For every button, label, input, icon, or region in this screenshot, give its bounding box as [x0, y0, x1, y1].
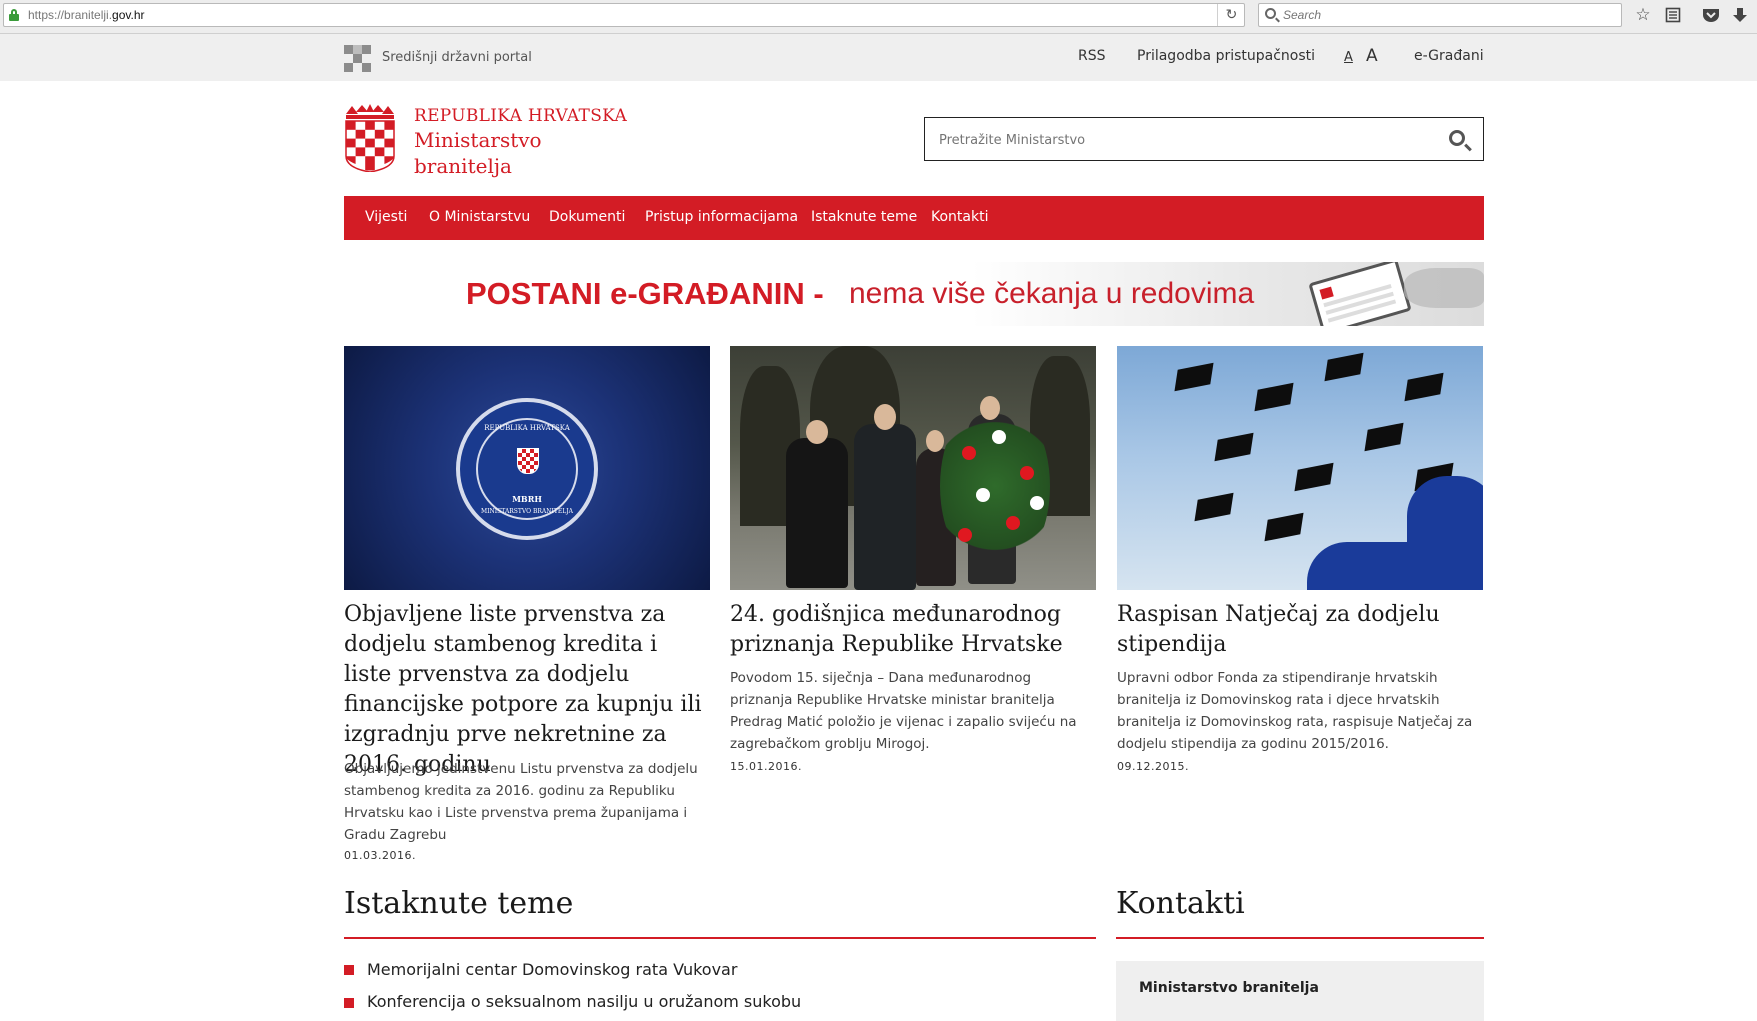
url-text[interactable]: https://branitelji.gov.hr	[28, 8, 145, 22]
browser-search-bar[interactable]	[1258, 3, 1622, 27]
news-title[interactable]: Objavljene liste prvenstva za dodjelu st…	[344, 600, 710, 780]
nav-item-pristup-informacijama[interactable]: Pristup informacijama	[645, 209, 798, 225]
featured-topics-divider	[344, 937, 1096, 939]
news-image-graduation-caps[interactable]	[1117, 346, 1483, 590]
news-title[interactable]: Raspisan Natječaj za dodjelu stipendija	[1117, 600, 1483, 660]
reading-list-icon[interactable]	[1662, 5, 1684, 27]
pocket-icon[interactable]	[1700, 5, 1722, 27]
address-bar[interactable]: https://branitelji.gov.hr ↻	[3, 3, 1245, 27]
featured-topic-link[interactable]: Konferencija o seksualnom nasilju u oruž…	[367, 992, 801, 1011]
ministry-seal-icon: REPUBLIKA HRVATSKA MBRH MINISTARSTVO BRA…	[456, 398, 598, 540]
main-navigation: Vijesti O Ministarstvu Dokumenti Pristup…	[344, 196, 1484, 240]
nav-item-kontakti[interactable]: Kontakti	[931, 209, 988, 225]
reload-icon[interactable]: ↻	[1217, 4, 1245, 26]
featured-topic-link[interactable]: Memorijalni centar Domovinskog rata Vuko…	[367, 960, 737, 979]
portal-bar: Središnji državni portal RSS Prilagodba …	[0, 34, 1757, 81]
banner-headline: POSTANI e-GRAĐANIN -	[466, 276, 824, 311]
hand-illustration	[1404, 268, 1484, 308]
search-icon	[1265, 8, 1276, 19]
browser-toolbar: https://branitelji.gov.hr ↻ ☆	[0, 0, 1757, 34]
bullet-icon	[344, 965, 354, 975]
nav-item-o-ministarstvu[interactable]: O Ministarstvu	[429, 209, 530, 225]
nav-item-istaknute-teme[interactable]: Istaknute teme	[811, 209, 917, 225]
news-date: 15.01.2016.	[730, 760, 802, 773]
news-image-wreath-ceremony[interactable]	[730, 346, 1096, 590]
contacts-divider	[1116, 937, 1484, 939]
site-search-input[interactable]	[939, 130, 1419, 150]
accessibility-link[interactable]: Prilagodba pristupačnosti	[1137, 48, 1315, 64]
portal-logo-icon[interactable]	[344, 45, 371, 72]
e-citizen-banner[interactable]: POSTANI e-GRAĐANIN - nema više čekanja u…	[344, 262, 1484, 326]
news-date: 01.03.2016.	[344, 849, 416, 862]
news-title[interactable]: 24. godišnjica međunarodnog priznanja Re…	[730, 600, 1096, 660]
tablet-illustration	[1308, 262, 1412, 326]
nav-item-dokumenti[interactable]: Dokumenti	[549, 209, 625, 225]
e-citizens-link[interactable]: e-Građani	[1414, 48, 1484, 64]
browser-search-input[interactable]	[1283, 7, 1613, 23]
featured-topics-title: Istaknute teme	[344, 886, 574, 921]
news-image-ministry-seal[interactable]: REPUBLIKA HRVATSKA MBRH MINISTARSTVO BRA…	[344, 346, 710, 590]
lock-icon	[9, 9, 19, 21]
news-summary: Povodom 15. siječnja – Dana međunarodnog…	[730, 670, 1077, 752]
contacts-title: Kontakti	[1116, 886, 1245, 921]
croatian-coat-of-arms-icon[interactable]	[344, 104, 396, 172]
banner-tagline: nema više čekanja u redovima	[849, 277, 1255, 310]
brand-ministry[interactable]: Ministarstvo branitelja	[414, 127, 542, 179]
font-size-large-button[interactable]: A	[1366, 46, 1378, 66]
download-icon[interactable]	[1729, 5, 1751, 27]
news-summary: Objavljujemo jedinstvenu Listu prvenstva…	[344, 761, 698, 843]
rss-link[interactable]: RSS	[1078, 48, 1106, 64]
contact-name: Ministarstvo branitelja	[1139, 980, 1319, 996]
contact-card: Ministarstvo branitelja	[1116, 961, 1484, 1021]
portal-label[interactable]: Središnji državni portal	[382, 50, 532, 65]
font-size-small-button[interactable]: A	[1344, 50, 1353, 65]
bullet-icon	[344, 998, 354, 1008]
nav-item-vijesti[interactable]: Vijesti	[365, 209, 407, 225]
star-icon[interactable]: ☆	[1632, 5, 1654, 27]
news-summary: Upravni odbor Fonda za stipendiranje hrv…	[1117, 670, 1473, 752]
wreath-illustration	[940, 396, 1050, 576]
brand-country[interactable]: REPUBLIKA HRVATSKA	[414, 106, 627, 126]
news-date: 09.12.2015.	[1117, 760, 1189, 773]
search-icon[interactable]	[1449, 130, 1465, 146]
site-search-box[interactable]	[924, 117, 1484, 161]
